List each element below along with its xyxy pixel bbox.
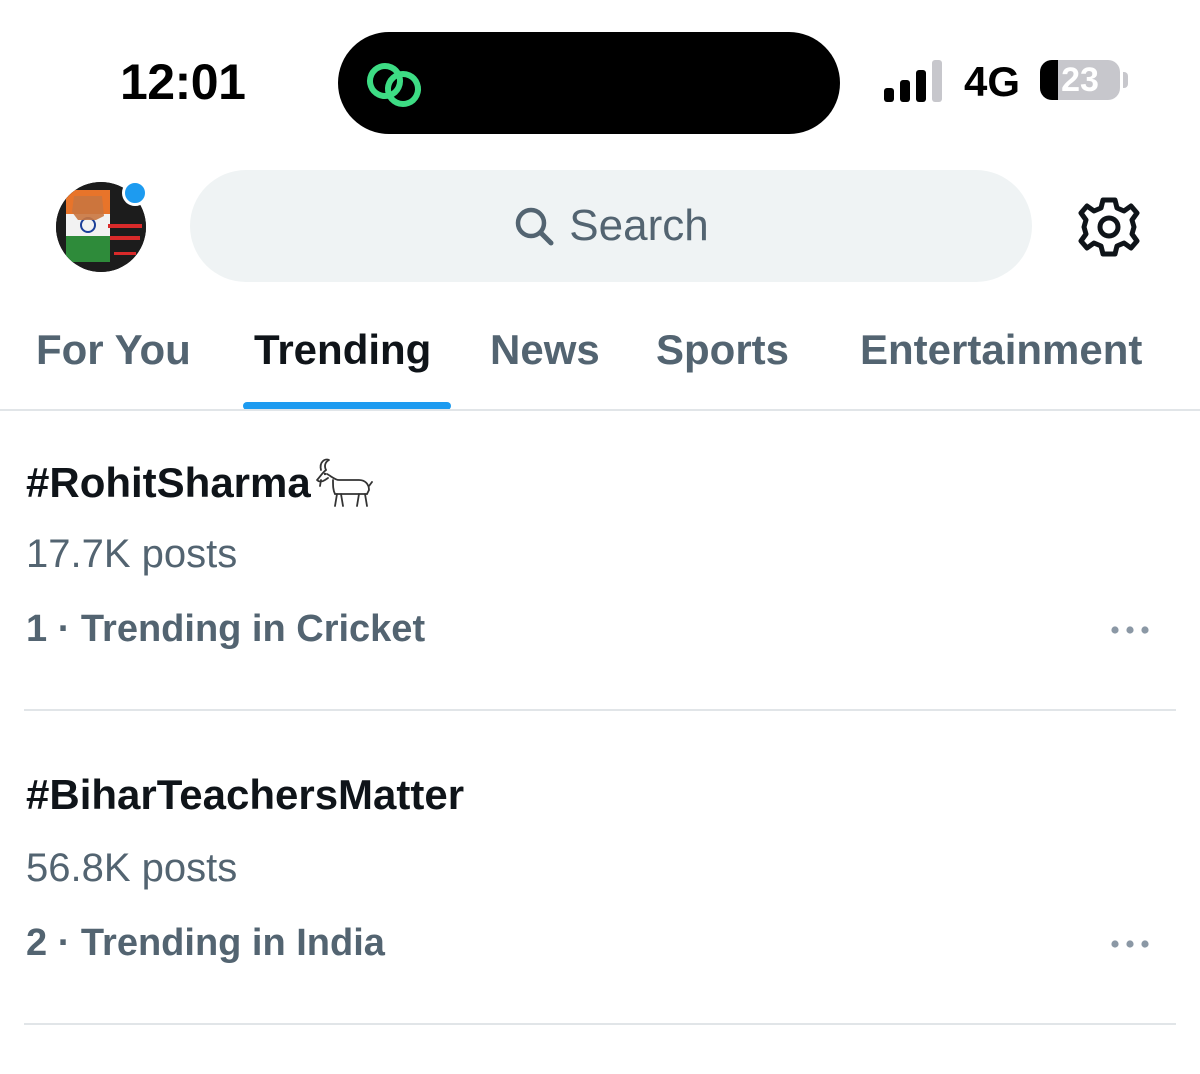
battery-icon: 23: [1040, 60, 1120, 100]
tab-entertainment[interactable]: Entertainment: [860, 326, 1142, 374]
trend-context: 2 · Trending in India: [26, 922, 385, 964]
trend-item[interactable]: #BiharTeachersMatter 56.8K posts 2 · Tre…: [0, 724, 1200, 1038]
tab-news[interactable]: News: [490, 326, 600, 374]
trend-title: #RohitSharma: [26, 456, 373, 508]
gear-icon[interactable]: [1078, 196, 1140, 258]
trend-post-count: 56.8K posts: [26, 846, 238, 890]
tab-for-you[interactable]: For You: [36, 326, 191, 374]
trend-rank: 1: [26, 608, 48, 650]
trend-title: #BiharTeachersMatter: [26, 770, 464, 820]
search-icon: [516, 207, 554, 246]
more-options-button[interactable]: [1104, 608, 1156, 652]
trend-hashtag: #RohitSharma: [26, 459, 311, 506]
more-dots-icon: [1111, 626, 1149, 634]
trend-hashtag: #BiharTeachersMatter: [26, 771, 465, 818]
network-type: 4G: [964, 58, 1021, 105]
tab-trending[interactable]: Trending: [254, 326, 431, 374]
search-placeholder: Search: [569, 201, 709, 250]
trend-context: 1 · Trending in Cricket: [26, 608, 426, 650]
more-options-button[interactable]: [1104, 922, 1156, 966]
search-input[interactable]: Search: [190, 170, 1032, 282]
status-time: 12:01: [120, 54, 246, 110]
battery-level: 23: [1061, 61, 1099, 99]
trend-item[interactable]: #RohitSharma 17.7K posts 1 · Trending in…: [0, 410, 1200, 724]
cellular-signal-icon: [884, 60, 942, 102]
dynamic-island[interactable]: [338, 32, 840, 134]
battery-tip: [1123, 72, 1128, 88]
tab-sports[interactable]: Sports: [656, 326, 789, 374]
link-icon: [367, 63, 421, 107]
row-divider: [24, 709, 1176, 711]
trend-context-label: Trending in Cricket: [80, 608, 426, 650]
trend-context-label: Trending in India: [80, 922, 385, 964]
goat-icon: [315, 458, 373, 507]
notification-dot: [122, 180, 148, 206]
trend-post-count: 17.7K posts: [26, 532, 238, 576]
trend-rank: 2: [26, 922, 48, 964]
more-dots-icon: [1111, 940, 1149, 948]
row-divider: [24, 1023, 1176, 1025]
